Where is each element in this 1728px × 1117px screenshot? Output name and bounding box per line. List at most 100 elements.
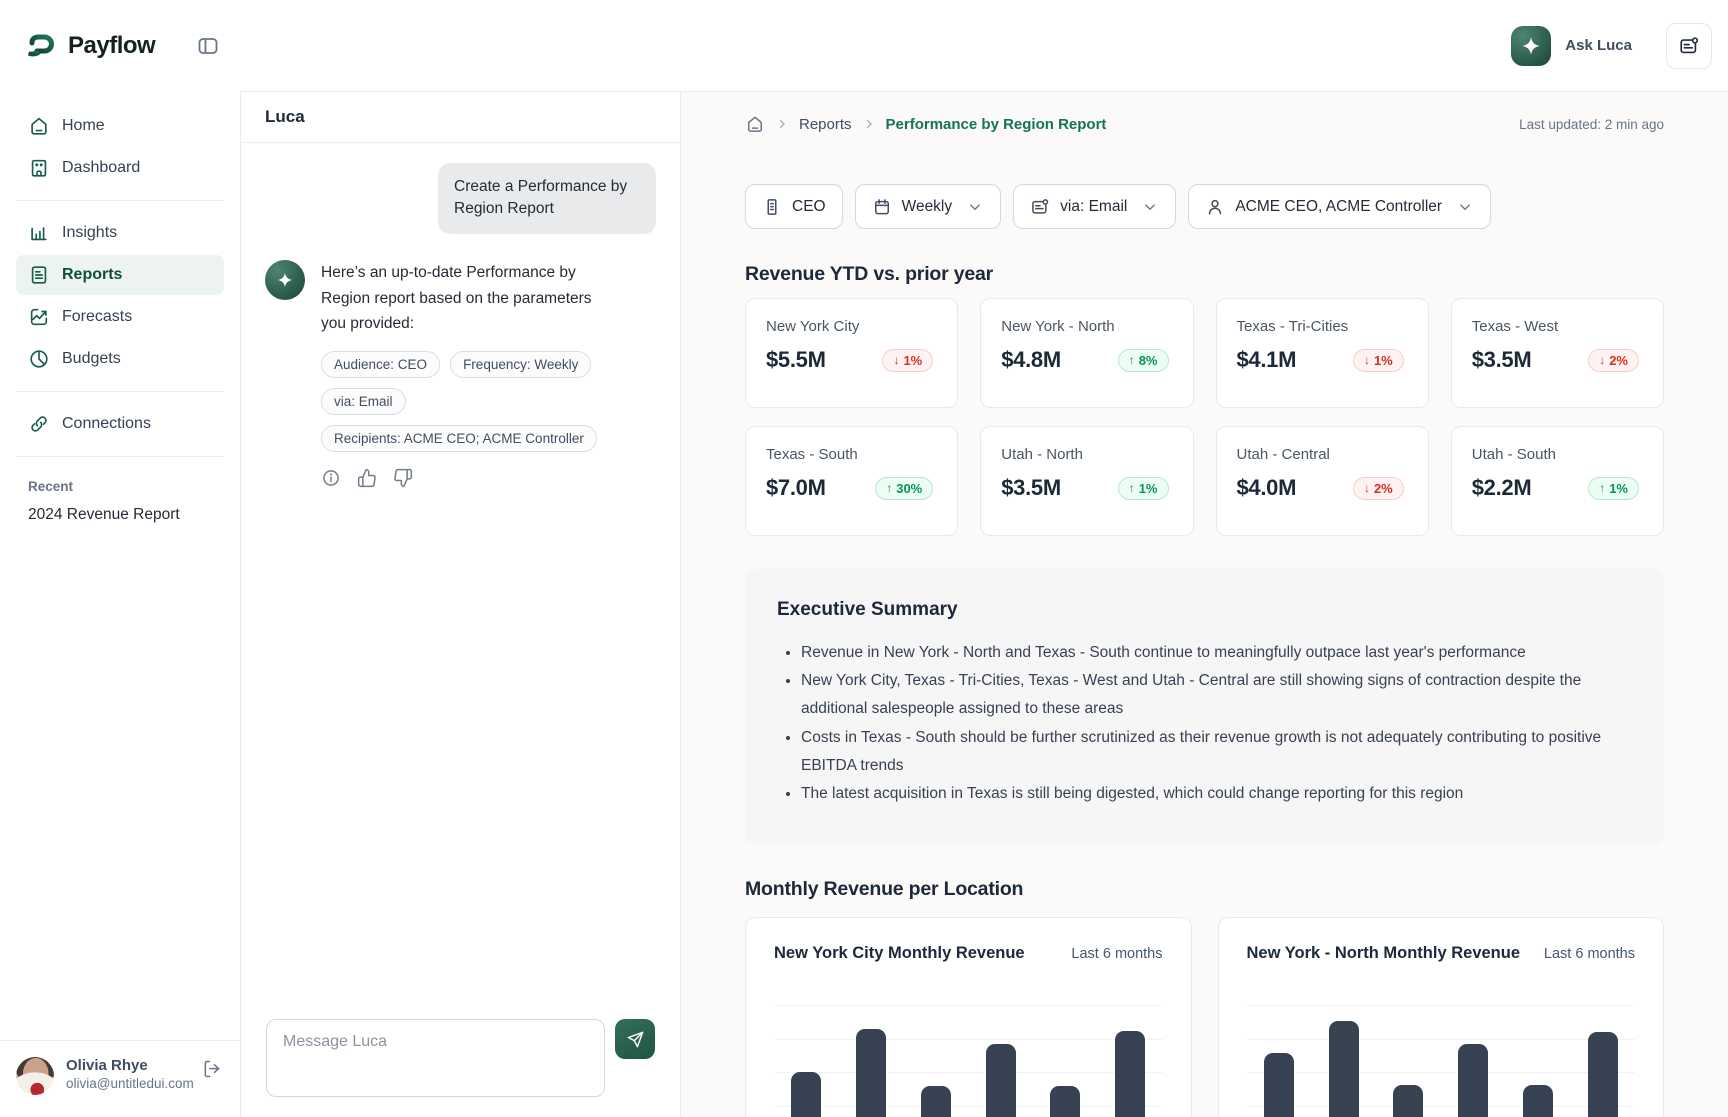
breadcrumb-reports[interactable]: Reports xyxy=(799,116,852,133)
pie-icon xyxy=(28,348,50,370)
sidebar-item-forecasts[interactable]: Forecasts xyxy=(16,297,224,337)
thumbs-down-icon xyxy=(393,468,413,488)
sidebar-item-label: Budgets xyxy=(62,350,121,368)
ask-luca-button[interactable]: Ask Luca xyxy=(1511,26,1632,66)
building-icon xyxy=(28,157,50,179)
chip-recipients: Recipients: ACME CEO; ACME Controller xyxy=(321,425,597,452)
send-button[interactable] xyxy=(615,1019,655,1059)
revenue-value: $3.5M xyxy=(1472,347,1532,373)
user-message-bubble: Create a Performance by Region Report xyxy=(438,163,656,234)
filter-label: ACME CEO, ACME Controller xyxy=(1235,198,1442,216)
revenue-card-texas-tri-cities: Texas - Tri-Cities $4.1M ↓1% xyxy=(1216,298,1429,408)
filter-frequency[interactable]: Weekly xyxy=(855,184,1002,229)
chart-title: New York - North Monthly Revenue xyxy=(1247,944,1521,963)
filter-channel[interactable]: via: Email xyxy=(1013,184,1176,229)
thumbs-down-button[interactable] xyxy=(393,468,413,488)
gridline xyxy=(1247,1039,1636,1040)
arrow-up-icon: ↑ xyxy=(1129,353,1135,367)
chip-frequency: Frequency: Weekly xyxy=(450,351,591,378)
gridline xyxy=(774,1039,1163,1040)
message-actions xyxy=(321,468,656,488)
sparkle-icon xyxy=(276,271,294,289)
recent-item-2024-revenue-report[interactable]: 2024 Revenue Report xyxy=(16,498,224,532)
arrow-up-icon: ↑ xyxy=(1129,481,1135,495)
revenue-card-new-york-city: New York City $5.5M ↓1% xyxy=(745,298,958,408)
arrow-down-icon: ↓ xyxy=(1364,353,1370,367)
revenue-value: $4.8M xyxy=(1001,347,1061,373)
thumbs-up-button[interactable] xyxy=(357,468,377,488)
bar xyxy=(1523,1085,1553,1117)
sidebar-collapse-button[interactable] xyxy=(194,32,222,60)
report-main: Reports Performance by Region Report Las… xyxy=(681,92,1728,1117)
info-button[interactable] xyxy=(321,468,341,488)
chat-title: Luca xyxy=(265,107,305,127)
brand-name: Payflow xyxy=(68,32,155,60)
sidebar-item-budgets[interactable]: Budgets xyxy=(16,339,224,379)
gridline xyxy=(1247,1005,1636,1006)
app-header: Ask Luca xyxy=(240,0,1728,92)
sidebar-item-insights[interactable]: Insights xyxy=(16,213,224,253)
charts-section-title: Monthly Revenue per Location xyxy=(745,878,1664,901)
chip-audience: Audience: CEO xyxy=(321,351,440,378)
parameter-chips: Audience: CEO Frequency: Weekly via: Ema… xyxy=(321,351,611,452)
revenue-value: $5.5M xyxy=(766,347,826,373)
arrow-up-icon: ↑ xyxy=(886,481,892,495)
user-icon xyxy=(1205,197,1225,217)
revenue-section-title: Revenue YTD vs. prior year xyxy=(745,263,1664,286)
revenue-value: $4.1M xyxy=(1237,347,1297,373)
bar xyxy=(791,1072,821,1117)
change-badge: ↓1% xyxy=(882,349,933,372)
breadcrumb-home-icon[interactable] xyxy=(745,114,765,134)
user-meta: Olivia Rhye olivia@untitledui.com xyxy=(66,1057,188,1091)
new-report-button[interactable] xyxy=(1666,23,1712,69)
region-label: Utah - North xyxy=(1001,446,1168,463)
bar xyxy=(1115,1031,1145,1117)
sidebar-item-label: Connections xyxy=(62,415,151,433)
filter-label: Weekly xyxy=(902,198,953,216)
sidebar-item-connections[interactable]: Connections xyxy=(16,404,224,444)
revenue-card-texas-west: Texas - West $3.5M ↓2% xyxy=(1451,298,1664,408)
chat-input-row xyxy=(241,1001,680,1117)
sidebar-item-dashboard[interactable]: Dashboard xyxy=(16,148,224,188)
user-card: Olivia Rhye olivia@untitledui.com xyxy=(0,1040,240,1117)
sidebar: Payflow Home xyxy=(0,0,240,1117)
breadcrumb-current: Performance by Region Report xyxy=(886,116,1107,133)
avatar[interactable] xyxy=(16,1057,54,1095)
revenue-value: $7.0M xyxy=(766,475,826,501)
trend-icon xyxy=(28,306,50,328)
message-input[interactable] xyxy=(266,1019,605,1097)
executive-summary-list: Revenue in New York - North and Texas - … xyxy=(777,639,1632,808)
user-email: olivia@untitledui.com xyxy=(66,1076,188,1091)
bar xyxy=(921,1086,951,1117)
chart-title: New York City Monthly Revenue xyxy=(774,944,1025,963)
sidebar-item-reports[interactable]: Reports xyxy=(16,255,224,295)
luca-avatar xyxy=(265,260,305,300)
bar xyxy=(856,1029,886,1117)
info-icon xyxy=(321,468,341,488)
user-name: Olivia Rhye xyxy=(66,1057,188,1074)
summary-bullet: New York City, Texas - Tri-Cities, Texas… xyxy=(801,667,1632,723)
document-icon xyxy=(28,264,50,286)
filter-audience[interactable]: CEO xyxy=(745,184,843,229)
badge-icon xyxy=(762,197,782,217)
revenue-card-texas-south: Texas - South $7.0M ↑30% xyxy=(745,426,958,536)
bar xyxy=(1329,1021,1359,1117)
revenue-cards-grid: New York City $5.5M ↓1% New York - North… xyxy=(745,298,1664,536)
bar xyxy=(986,1044,1016,1117)
panel-toggle-icon xyxy=(196,34,220,58)
brand-logo[interactable]: Payflow xyxy=(24,29,194,63)
summary-bullet: Revenue in New York - North and Texas - … xyxy=(801,639,1632,667)
gridline xyxy=(1247,1106,1636,1107)
bar xyxy=(1050,1086,1080,1117)
sidebar-item-home[interactable]: Home xyxy=(16,106,224,146)
sidebar-nav: Home Dashboard Insights xyxy=(0,92,240,1040)
report-plus-icon xyxy=(1678,35,1700,57)
logout-button[interactable] xyxy=(200,1057,224,1081)
last-updated-text: Last updated: 2 min ago xyxy=(1519,117,1664,132)
payflow-logo-icon xyxy=(24,29,58,63)
chevron-down-icon xyxy=(1141,198,1159,216)
sidebar-divider xyxy=(16,200,224,201)
summary-bullet: Costs in Texas - South should be further… xyxy=(801,724,1632,780)
revenue-card-new-york-north: New York - North $4.8M ↑8% xyxy=(980,298,1193,408)
filter-recipients[interactable]: ACME CEO, ACME Controller xyxy=(1188,184,1491,229)
